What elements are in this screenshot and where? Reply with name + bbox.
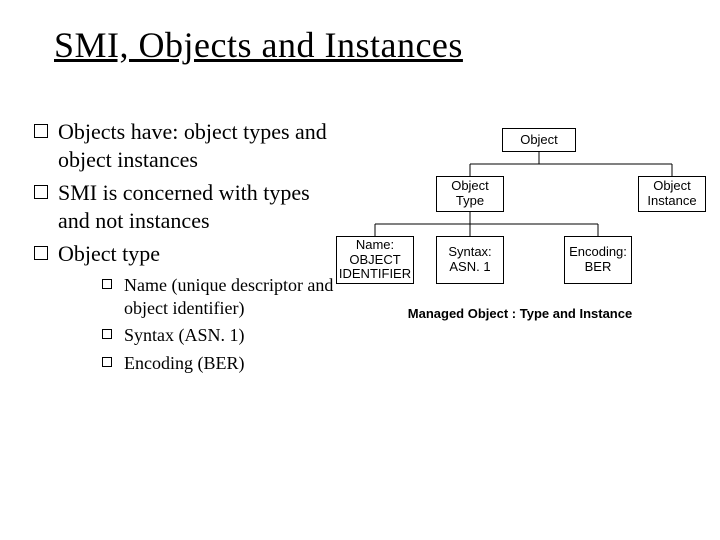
slide: SMI, Objects and Instances Objects have:… (0, 0, 720, 540)
bullet-text: Syntax (ASN. 1) (124, 325, 245, 345)
bullet-area: Objects have: object types and object in… (32, 118, 342, 381)
main-bullet-list: Objects have: object types and object in… (32, 118, 342, 375)
bullet-item: SMI is concerned with types and not inst… (32, 179, 342, 234)
bullet-text: SMI is concerned with types and not inst… (58, 180, 310, 233)
sub-bullet-list: Name (unique descriptor and object ident… (102, 274, 342, 376)
bullet-text: Encoding (BER) (124, 353, 244, 373)
node-object: Object (502, 128, 576, 152)
bullet-item: Object type Name (unique descriptor and … (32, 240, 342, 375)
sub-bullet-item: Name (unique descriptor and object ident… (102, 274, 342, 321)
sub-bullet-item: Syntax (ASN. 1) (102, 324, 342, 347)
node-encoding: Encoding: BER (564, 236, 632, 284)
node-syntax: Syntax: ASN. 1 (436, 236, 504, 284)
bullet-text: Name (unique descriptor and object ident… (124, 275, 333, 318)
node-object-instance: Object Instance (638, 176, 706, 212)
diagram-caption: Managed Object : Type and Instance (380, 306, 660, 321)
slide-title: SMI, Objects and Instances (54, 24, 463, 66)
sub-bullet-item: Encoding (BER) (102, 352, 342, 375)
node-object-type: Object Type (436, 176, 504, 212)
bullet-text: Objects have: object types and object in… (58, 119, 327, 172)
bullet-text: Object type (58, 241, 160, 266)
hierarchy-diagram: Object Object Type Object Instance Name:… (340, 118, 720, 378)
bullet-item: Objects have: object types and object in… (32, 118, 342, 173)
node-name: Name: OBJECT IDENTIFIER (336, 236, 414, 284)
